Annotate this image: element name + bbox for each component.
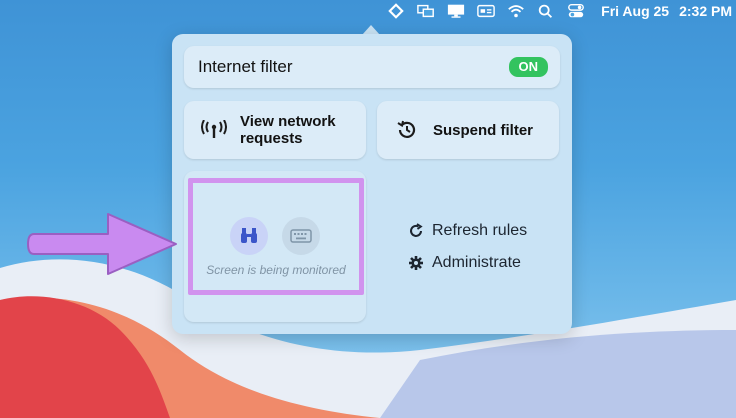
suspend-filter-button[interactable]: Suspend filter — [377, 101, 559, 159]
annotation-arrow — [27, 213, 177, 275]
control-center-icon[interactable] — [561, 0, 591, 22]
filter-popover: Internet filter ON View network requests — [172, 34, 572, 334]
menubar-date[interactable]: Fri Aug 25 — [601, 3, 669, 19]
view-network-requests-button[interactable]: View network requests — [184, 101, 366, 159]
menubar-time[interactable]: 2:32 PM — [679, 3, 732, 19]
filter-toggle[interactable]: ON — [508, 57, 548, 77]
monitor-highlight-box — [188, 178, 364, 295]
refresh-icon — [410, 223, 423, 237]
binoculars-icon — [230, 217, 268, 255]
history-icon — [387, 119, 427, 141]
refresh-rules-label: Refresh rules — [432, 222, 528, 239]
display-icon[interactable] — [441, 0, 471, 22]
view-network-requests-label: View network requests — [240, 113, 336, 147]
menu-bar: Fri Aug 25 2:32 PM — [0, 0, 736, 22]
network-label-line1: View network — [240, 113, 336, 130]
monitoring-status-text: Screen is being monitored — [206, 263, 346, 277]
administrate-label: Administrate — [432, 254, 521, 271]
keyboard-icon — [282, 217, 320, 255]
network-label-line2: requests — [240, 130, 303, 147]
internet-filter-row: Internet filter ON — [184, 46, 560, 88]
screen-mirror-icon[interactable] — [411, 0, 441, 22]
refresh-rules-link[interactable]: Refresh rules — [408, 222, 527, 240]
card-icon[interactable] — [471, 0, 501, 22]
internet-filter-label: Internet filter — [198, 57, 293, 76]
search-icon[interactable] — [531, 0, 561, 22]
administrate-link[interactable]: Administrate — [408, 254, 521, 272]
app-diamond-icon[interactable] — [381, 0, 411, 22]
gear-icon — [409, 256, 423, 270]
suspend-filter-label: Suspend filter — [433, 121, 534, 139]
antenna-icon — [194, 120, 234, 140]
wifi-icon[interactable] — [501, 0, 531, 22]
